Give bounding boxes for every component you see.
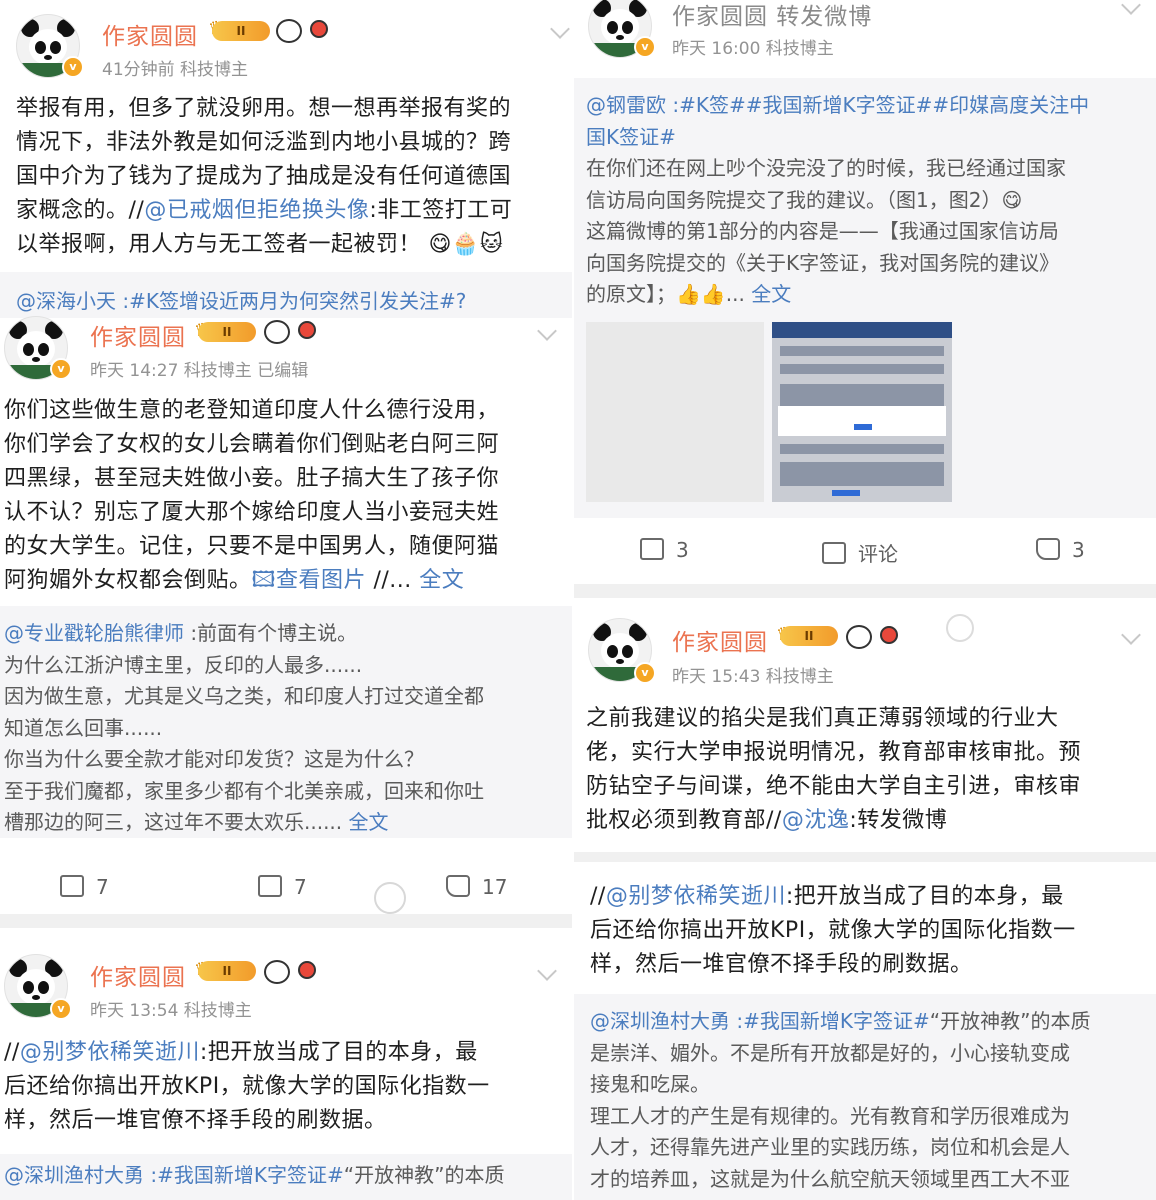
repost-text: @专业戳轮胎熊律师 :前面有个博主说。 为什么江浙沪博主里，反印的人最多....…: [4, 621, 484, 834]
mention-link[interactable]: @深圳渔村大勇 :#我国新增K字签证#: [4, 1163, 344, 1187]
share-icon: [60, 875, 84, 897]
post-meta: 昨天 16:00 科技博主: [672, 39, 834, 59]
author-name[interactable]: 作家圆圆: [672, 623, 768, 657]
author-name[interactable]: 作家圆圆: [90, 318, 186, 352]
comment-button[interactable]: 7: [258, 875, 307, 899]
camera-badge-icon: [310, 20, 328, 38]
share-button[interactable]: 3: [640, 538, 689, 562]
weibo-post-card[interactable]: v 作家圆圆 转发微博 昨天 16:00 科技博主 @钢雷欧 :#K签##我国新…: [574, 0, 1156, 584]
verified-badge-icon: v: [62, 56, 84, 78]
action-bar: 7 7 17: [0, 858, 572, 918]
card-divider: [0, 914, 572, 928]
verified-badge-icon: v: [50, 998, 72, 1020]
thumbs-up-icon: [1036, 538, 1060, 560]
full-text-link[interactable]: 全文: [745, 282, 791, 306]
repost-box[interactable]: @深圳渔村大勇 :#我国新增K字签证#“开放神教”的本质 是崇洋、媚外。不是所有…: [574, 994, 1156, 1200]
view-image-link[interactable]: 🖾查看图片: [252, 568, 366, 593]
like-button[interactable]: 3: [1036, 538, 1085, 562]
mention-link[interactable]: @深圳渔村大勇 :#我国新增K字签证#: [590, 1009, 930, 1033]
post-header: 作家圆圆 转发微博: [672, 4, 873, 30]
post-text: //@别梦依稀笑逝川:把开放当成了目的本身，最 后还给你搞出开放KPI，就像大学…: [590, 884, 1076, 977]
comment-icon: [822, 542, 846, 564]
touch-indicator: [946, 614, 974, 642]
repost-box[interactable]: @钢雷欧 :#K签##我国新增K字签证##印媒高度关注中 国K签证# 在你们还在…: [574, 78, 1156, 518]
post-meta: 昨天 13:54 科技博主: [90, 1001, 252, 1021]
verified-badge-icon: v: [634, 662, 656, 684]
post-text: 你们这些做生意的老登知道印度人什么德行没用， 你们学会了女权的女儿会瞒着你们倒贴…: [4, 398, 500, 593]
weibo-post-card[interactable]: //@别梦依稀笑逝川:把开放当成了目的本身，最 后还给你搞出开放KPI，就像大学…: [574, 862, 1156, 1200]
action-bar: 3 评论 3: [574, 524, 1156, 584]
camera-badge-icon: [298, 321, 316, 339]
repost-box[interactable]: @深圳渔村大勇 :#我国新增K字签证#“开放神教”的本质: [0, 1154, 572, 1200]
panda-icon: [264, 320, 290, 344]
level-badge: II: [198, 322, 256, 342]
weibo-post-card[interactable]: v 作家圆圆 ♛ II 昨天 14:27 科技博主 已编辑 你们这些做生意的老登…: [0, 316, 572, 914]
camera-badge-icon: [298, 961, 316, 979]
post-text: 举报有用，但多了就没卵用。想一想再举报有奖的 情况下，非法外教是如何泛滥到内地小…: [16, 96, 513, 257]
post-text: //@别梦依稀笑逝川:把开放当成了目的本身，最 后还给你搞出开放KPI，就像大学…: [4, 1040, 490, 1133]
verified-badge-icon: v: [50, 358, 72, 380]
chevron-down-icon[interactable]: [550, 19, 570, 39]
mention-link[interactable]: @钢雷欧 :#K签##我国新增K字签证##印媒高度关注中: [586, 90, 1152, 122]
weibo-post-card[interactable]: v 作家圆圆 ♛ II 41分钟前 科技博主 举报有用，但多了就没卵用。想一想再…: [0, 0, 572, 272]
chevron-down-icon[interactable]: [1121, 0, 1141, 15]
right-screenshot-column: v 作家圆圆 转发微博 昨天 16:00 科技博主 @钢雷欧 :#K签##我国新…: [574, 0, 1156, 1200]
repost-box[interactable]: @深海小天 :#K签增设近两月为何突然引发关注#?: [0, 272, 572, 318]
left-screenshot-column: v 作家圆圆 ♛ II 41分钟前 科技博主 举报有用，但多了就没卵用。想一想再…: [0, 0, 572, 1200]
level-badge: II: [212, 21, 270, 41]
verified-badge-icon: v: [634, 36, 656, 58]
level-badge: II: [780, 626, 838, 646]
author-name[interactable]: 作家圆圆: [102, 17, 198, 51]
repost-box[interactable]: @专业戳轮胎熊律师 :前面有个博主说。 为什么江浙沪博主里，反印的人最多....…: [0, 606, 572, 838]
share-button[interactable]: 7: [60, 875, 109, 899]
chevron-down-icon[interactable]: [537, 321, 557, 341]
author-name[interactable]: 作家圆圆: [90, 958, 186, 992]
mention-link[interactable]: @已戒烟但拒绝换头像: [144, 198, 369, 223]
panda-icon: [264, 960, 290, 984]
level-badge: II: [198, 961, 256, 981]
share-icon: [640, 538, 664, 560]
like-button[interactable]: 17: [446, 875, 507, 899]
card-divider: [574, 584, 1156, 598]
weibo-post-card[interactable]: v 作家圆圆 ♛ II 昨天 13:54 科技博主 //@别梦依稀笑逝川:把开放…: [0, 928, 572, 1200]
post-text: 之前我建议的掐尖是我们真正薄弱领域的行业大 佬，实行大学申报说明情况，教育部审核…: [586, 706, 1082, 833]
camera-badge-icon: [880, 626, 898, 644]
post-meta: 41分钟前 科技博主: [102, 60, 249, 80]
repost-text: @钢雷欧 :#K签##我国新增K字签证##印媒高度关注中 国K签证# 在你们还在…: [586, 90, 1152, 311]
full-text-link[interactable]: 全文: [342, 810, 389, 834]
panda-icon: [276, 19, 302, 43]
weibo-post-card[interactable]: v 作家圆圆 ♛ II 昨天 15:43 科技博主 之前我建议的掐尖是我们真正薄…: [574, 598, 1156, 852]
repost-text: @深圳渔村大勇 :#我国新增K字签证#“开放神教”的本质: [4, 1163, 505, 1187]
mention-link[interactable]: @别梦依稀笑逝川: [20, 1040, 200, 1065]
thumbs-up-icon: [446, 875, 470, 897]
repost-text: @深圳渔村大勇 :#我国新增K字签证#“开放神教”的本质 是崇洋、媚外。不是所有…: [590, 1009, 1091, 1191]
post-meta: 昨天 14:27 科技博主 已编辑: [90, 361, 309, 381]
mention-link[interactable]: @沈逸: [782, 808, 850, 833]
chevron-down-icon[interactable]: [1121, 625, 1141, 645]
panda-icon: [846, 625, 872, 649]
post-meta: 昨天 15:43 科技博主: [672, 667, 834, 687]
full-text-link[interactable]: 全文: [412, 568, 465, 593]
comment-button[interactable]: 评论: [822, 538, 898, 567]
comment-icon: [258, 875, 282, 897]
chevron-down-icon[interactable]: [537, 961, 557, 981]
touch-indicator: [374, 882, 406, 914]
mention-link[interactable]: @别梦依稀笑逝川: [606, 884, 786, 909]
repost-text[interactable]: @深海小天 :#K签增设近两月为何突然引发关注#?: [16, 286, 466, 318]
image-thumbnail[interactable]: [586, 322, 764, 502]
mention-link[interactable]: @专业戳轮胎熊律师: [4, 621, 184, 645]
card-divider: [574, 852, 1156, 862]
image-thumbnail[interactable]: [772, 322, 952, 502]
